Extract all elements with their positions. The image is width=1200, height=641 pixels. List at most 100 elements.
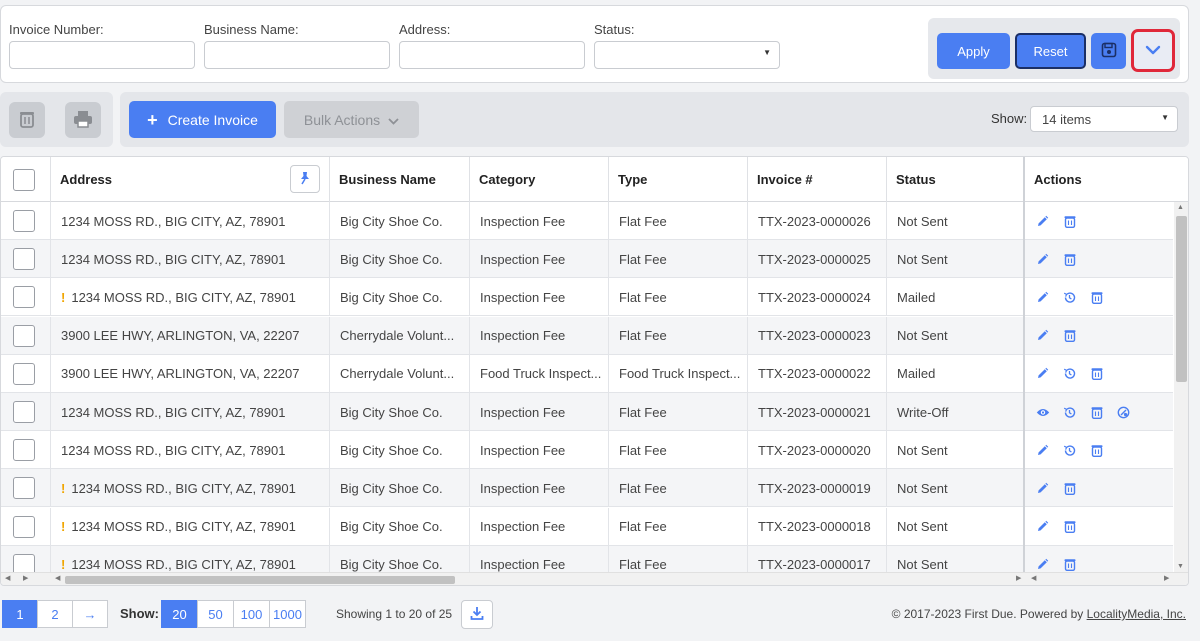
address-input[interactable]: [399, 41, 585, 69]
row-select-cell: [1, 545, 51, 572]
scroll-left-icon[interactable]: ◀: [55, 574, 60, 582]
page-size-option[interactable]: 50: [197, 600, 234, 628]
cell-type: Flat Fee: [609, 545, 748, 572]
table-row[interactable]: 1234 MOSS RD., BIG CITY, AZ, 78901 Big Ci…: [1, 393, 1173, 431]
bulk-delete-button[interactable]: [9, 102, 45, 138]
row-checkbox[interactable]: [13, 324, 35, 347]
cell-status: Mailed: [887, 278, 1024, 317]
table-row[interactable]: ! 1234 MOSS RD., BIG CITY, AZ, 78901 Big C…: [1, 507, 1173, 546]
cell-status: Not Sent: [887, 469, 1024, 508]
column-header-type[interactable]: Type: [609, 157, 748, 202]
horizontal-scroll-thumb[interactable]: [65, 576, 455, 584]
download-button[interactable]: [461, 600, 493, 629]
page-size-option[interactable]: 1000: [269, 600, 306, 628]
row-checkbox[interactable]: [13, 248, 35, 271]
cell-text: Not Sent: [897, 213, 948, 229]
column-header-status[interactable]: Status: [887, 157, 1024, 202]
trash-icon[interactable]: [1089, 290, 1104, 305]
print-button[interactable]: [65, 102, 101, 138]
table-row[interactable]: ! 1234 MOSS RD., BIG CITY, AZ, 78901 Big C…: [1, 278, 1173, 317]
pencil-icon[interactable]: [1035, 443, 1050, 458]
row-checkbox[interactable]: [13, 286, 35, 309]
pencil-icon[interactable]: [1035, 290, 1050, 305]
table-row[interactable]: 1234 MOSS RD., BIG CITY, AZ, 78901 Big Ci…: [1, 431, 1173, 470]
pencil-icon[interactable]: [1035, 557, 1050, 572]
cell-text: Inspection Fee: [480, 328, 566, 344]
table-row[interactable]: 1234 MOSS RD., BIG CITY, AZ, 78901 Big Ci…: [1, 240, 1173, 279]
row-checkbox[interactable]: [13, 362, 35, 385]
row-checkbox[interactable]: [13, 401, 35, 423]
trash-icon[interactable]: [1062, 328, 1077, 343]
table-row[interactable]: 3900 LEE HWY, ARLINGTON, VA, 22207 Cherry…: [1, 316, 1173, 355]
pencil-icon[interactable]: [1035, 214, 1050, 229]
save-filter-button[interactable]: [1091, 33, 1126, 69]
eye-icon[interactable]: [1035, 405, 1050, 420]
history-icon[interactable]: [1062, 405, 1077, 420]
cell-text: Mailed: [897, 289, 936, 305]
row-checkbox[interactable]: [13, 210, 35, 232]
create-invoice-button[interactable]: + Create Invoice: [129, 101, 276, 138]
pencil-icon[interactable]: [1035, 366, 1050, 381]
scroll-down-icon[interactable]: ▼: [1177, 563, 1184, 570]
trash-icon[interactable]: [1089, 443, 1104, 458]
column-header-address[interactable]: Address: [51, 157, 330, 202]
vertical-scrollbar[interactable]: ▲ ▼: [1174, 202, 1188, 572]
pencil-icon[interactable]: [1035, 328, 1050, 343]
reset-button[interactable]: Reset: [1015, 33, 1086, 69]
cell-address: 1234 MOSS RD., BIG CITY, AZ, 78901: [51, 431, 330, 470]
pin-column-button[interactable]: [290, 165, 320, 193]
scroll-up-icon[interactable]: ▲: [1177, 204, 1184, 211]
trash-icon[interactable]: [1062, 252, 1077, 267]
row-checkbox[interactable]: [13, 439, 35, 462]
trash-icon[interactable]: [1062, 481, 1077, 496]
column-header-invoice-number[interactable]: Invoice #: [748, 157, 887, 202]
page-size-option[interactable]: 20: [161, 600, 198, 628]
history-icon[interactable]: [1062, 290, 1077, 305]
trash-icon[interactable]: [1062, 557, 1077, 572]
locality-media-link[interactable]: LocalityMedia, Inc.: [1087, 607, 1186, 621]
scroll-left-icon[interactable]: ◀: [1031, 574, 1036, 582]
history-icon[interactable]: [1062, 366, 1077, 381]
cell-category: Food Truck Inspect...: [470, 354, 609, 393]
pencil-icon[interactable]: [1035, 519, 1050, 534]
pencil-icon[interactable]: [1035, 252, 1050, 267]
trash-icon[interactable]: [1089, 366, 1104, 381]
select-all-checkbox[interactable]: [13, 168, 35, 191]
status-select[interactable]: ▼: [594, 41, 780, 69]
trash-icon[interactable]: [1062, 519, 1077, 534]
horizontal-scrollbar[interactable]: ◀ ▶ ◀ ▶ ◀ ▶: [1, 572, 1188, 585]
scroll-left-icon[interactable]: ◀: [5, 574, 10, 582]
cell-text: 1234 MOSS RD., BIG CITY, AZ, 78901: [71, 289, 296, 305]
trash-icon[interactable]: [1062, 214, 1077, 229]
cell-text: Flat Fee: [619, 480, 667, 496]
page-button[interactable]: 1: [2, 600, 38, 628]
scroll-right-icon[interactable]: ▶: [1016, 574, 1021, 582]
table-row[interactable]: ! 1234 MOSS RD., BIG CITY, AZ, 78901 Big C…: [1, 469, 1173, 508]
column-header-category[interactable]: Category: [470, 157, 609, 202]
business-name-input[interactable]: [204, 41, 390, 69]
scroll-right-icon[interactable]: ▶: [23, 574, 28, 582]
column-header-business-name[interactable]: Business Name: [330, 157, 470, 202]
table-row[interactable]: 3900 LEE HWY, ARLINGTON, VA, 22207 Cherry…: [1, 354, 1173, 393]
items-per-view-select[interactable]: 14 items ▼: [1030, 106, 1178, 132]
pencil-icon[interactable]: [1035, 481, 1050, 496]
bulk-actions-button[interactable]: Bulk Actions: [284, 101, 419, 138]
table-row[interactable]: ! 1234 MOSS RD., BIG CITY, AZ, 78901 Big C…: [1, 545, 1173, 572]
table-row[interactable]: 1234 MOSS RD., BIG CITY, AZ, 78901 Big Ci…: [1, 202, 1173, 240]
apply-button[interactable]: Apply: [937, 33, 1010, 69]
history-icon[interactable]: [1062, 443, 1077, 458]
row-checkbox[interactable]: [13, 515, 35, 538]
expand-filters-button[interactable]: [1131, 29, 1175, 72]
next-page-button[interactable]: →: [72, 600, 108, 628]
table-header: Address Business Name Category Type Invo…: [1, 157, 1188, 202]
reverse-icon[interactable]: [1116, 405, 1131, 420]
vertical-scroll-thumb[interactable]: [1176, 216, 1187, 382]
row-checkbox[interactable]: [13, 553, 35, 572]
page-size-option[interactable]: 100: [233, 600, 270, 628]
page-button[interactable]: 2: [37, 600, 73, 628]
trash-icon[interactable]: [1089, 405, 1104, 420]
cell-business: Big City Shoe Co.: [330, 202, 470, 240]
row-checkbox[interactable]: [13, 477, 35, 500]
scroll-right-icon[interactable]: ▶: [1164, 574, 1169, 582]
invoice-number-input[interactable]: [9, 41, 195, 69]
